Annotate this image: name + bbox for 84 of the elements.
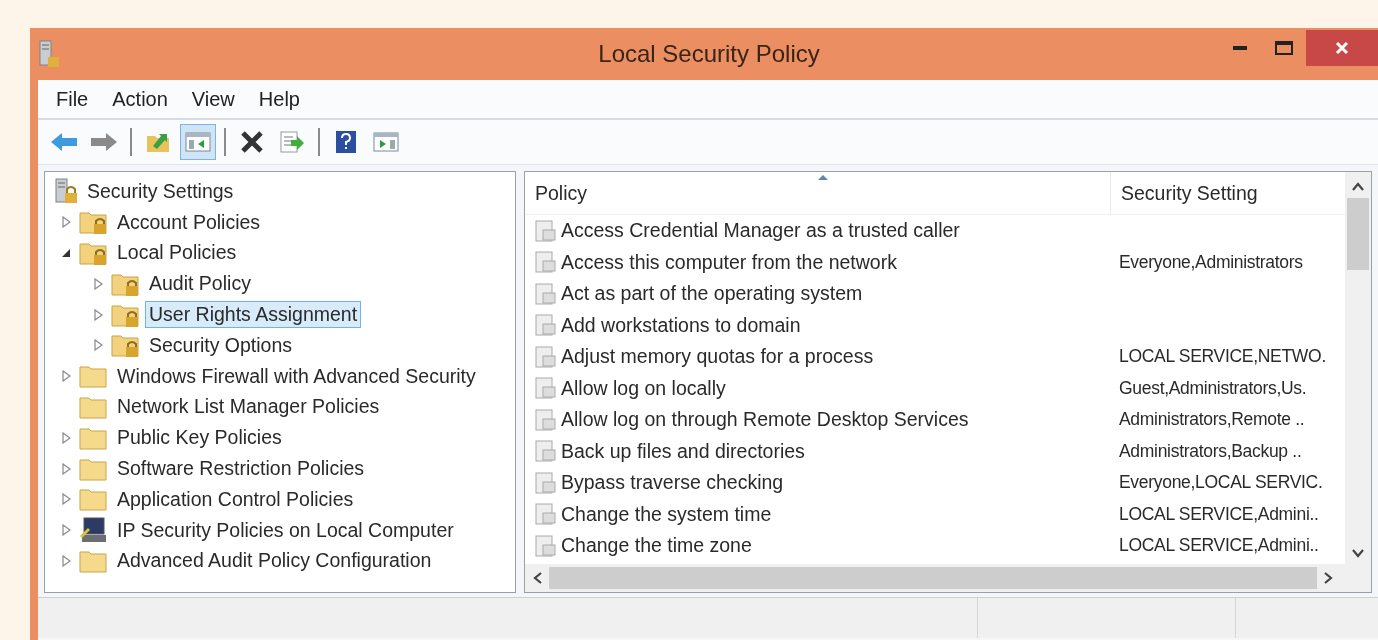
minimize-icon xyxy=(1233,46,1247,50)
table-cell-text: LOCAL SERVICE,Admini.. xyxy=(1118,503,1320,525)
table-cell: Act as part of the operating system xyxy=(561,282,863,306)
policy-icon xyxy=(535,534,557,557)
collapsed-arrow-icon[interactable] xyxy=(61,431,71,444)
table-cell: Add workstations to domain xyxy=(561,313,801,337)
folder-icon xyxy=(79,486,109,513)
app-icon xyxy=(38,40,60,68)
table-cell: Access Credential Manager as a trusted caller xyxy=(561,219,960,243)
collapsed-arrow-icon[interactable] xyxy=(61,370,71,383)
table-cell-text: Guest,Administrators,Us. xyxy=(1118,377,1308,399)
collapsed-arrow-icon[interactable] xyxy=(93,308,103,321)
tree-item[interactable]: Windows Firewall with Advanced Security xyxy=(113,362,480,390)
policy-icon xyxy=(535,471,557,494)
scroll-thumb[interactable] xyxy=(1347,198,1369,270)
action-pane-icon xyxy=(373,131,399,153)
menu-item[interactable]: Help xyxy=(246,87,312,111)
collapsed-arrow-icon[interactable] xyxy=(93,339,103,352)
server-lock-icon xyxy=(53,178,79,205)
tree-item[interactable]: User Rights Assignment xyxy=(145,301,362,329)
policy-icon xyxy=(535,314,557,337)
tree-item[interactable]: IP Security Policies on Local Computer xyxy=(113,516,458,544)
tree-item[interactable]: Public Key Policies xyxy=(113,424,286,452)
help-icon xyxy=(335,130,357,154)
tree-item[interactable]: Network List Manager Policies xyxy=(113,393,384,421)
folder-icon xyxy=(79,363,109,390)
menu-item[interactable]: View xyxy=(179,87,247,111)
vertical-scrollbar[interactable] xyxy=(1345,172,1371,564)
sort-arrow-icon xyxy=(817,174,829,181)
policy-icon xyxy=(535,503,557,526)
table-cell: Change the system time xyxy=(561,502,772,526)
back-arrow-icon xyxy=(50,131,78,153)
maximize-icon xyxy=(1275,41,1293,55)
tree-item[interactable]: Audit Policy xyxy=(145,270,255,298)
collapsed-arrow-icon[interactable] xyxy=(61,554,71,567)
table-cell: Adjust memory quotas for a process xyxy=(561,345,874,369)
policy-icon xyxy=(535,440,557,463)
table-cell-text: Administrators,Backup .. xyxy=(1118,440,1303,462)
collapsed-arrow-icon[interactable] xyxy=(61,493,71,506)
collapsed-arrow-icon[interactable] xyxy=(93,277,103,290)
horizontal-scrollbar[interactable] xyxy=(525,564,1371,592)
table-cell: Access this computer from the network xyxy=(561,250,897,274)
locked-folder-icon xyxy=(79,209,109,236)
export-list-icon xyxy=(279,130,305,154)
tree-item[interactable]: Software Restriction Policies xyxy=(113,455,369,483)
tree-pane-icon xyxy=(185,131,211,153)
table-cell-text: LOCAL SERVICE,NETWO. xyxy=(1118,346,1327,368)
close-button[interactable] xyxy=(1306,30,1378,66)
policy-icon xyxy=(535,282,557,305)
table-cell: Change the time zone xyxy=(561,534,752,558)
table-cell-text: Everyone,LOCAL SERVIC. xyxy=(1118,472,1324,494)
computer-key-icon xyxy=(79,517,109,544)
locked-folder-icon xyxy=(79,240,109,266)
window-title: Local Security Policy xyxy=(597,40,821,68)
column-header[interactable]: Security Setting xyxy=(1111,172,1345,214)
expanded-arrow-icon[interactable] xyxy=(61,248,71,258)
scroll-thumb[interactable] xyxy=(549,567,1317,589)
table-cell: Bypass traverse checking xyxy=(561,471,784,495)
delete-icon xyxy=(240,130,264,154)
policy-icon xyxy=(535,219,557,242)
table-cell: Allow log on locally xyxy=(561,376,726,400)
forward-arrow-icon xyxy=(90,131,118,153)
table-cell-text: LOCAL SERVICE,Admini.. xyxy=(1118,535,1320,557)
collapsed-arrow-icon[interactable] xyxy=(61,216,71,229)
table-cell: Allow log on through Remote Desktop Services xyxy=(561,408,969,432)
policy-icon xyxy=(535,345,557,368)
collapsed-arrow-icon[interactable] xyxy=(61,462,71,475)
tree-item[interactable]: Security Settings xyxy=(83,177,238,205)
table-cell: Back up files and directories xyxy=(561,439,805,463)
policy-icon xyxy=(535,251,557,274)
table-cell-text: Everyone,Administrators xyxy=(1118,251,1304,273)
menu-item[interactable]: File xyxy=(44,87,101,111)
policy-icon xyxy=(535,408,557,431)
tree-item[interactable]: Local Policies xyxy=(113,239,241,267)
tree-item[interactable]: Application Control Policies xyxy=(113,485,358,513)
table-cell-text: Administrators,Remote .. xyxy=(1118,409,1306,431)
tree-item[interactable]: Advanced Audit Policy Configuration xyxy=(113,547,436,575)
close-icon xyxy=(1335,41,1349,55)
collapsed-arrow-icon[interactable] xyxy=(61,524,71,537)
tree-item[interactable]: Account Policies xyxy=(113,208,265,236)
menu-item[interactable]: Action xyxy=(100,87,180,111)
locked-folder-icon xyxy=(111,332,141,359)
tree-item[interactable]: Security Options xyxy=(145,331,297,359)
policy-icon xyxy=(535,377,557,400)
